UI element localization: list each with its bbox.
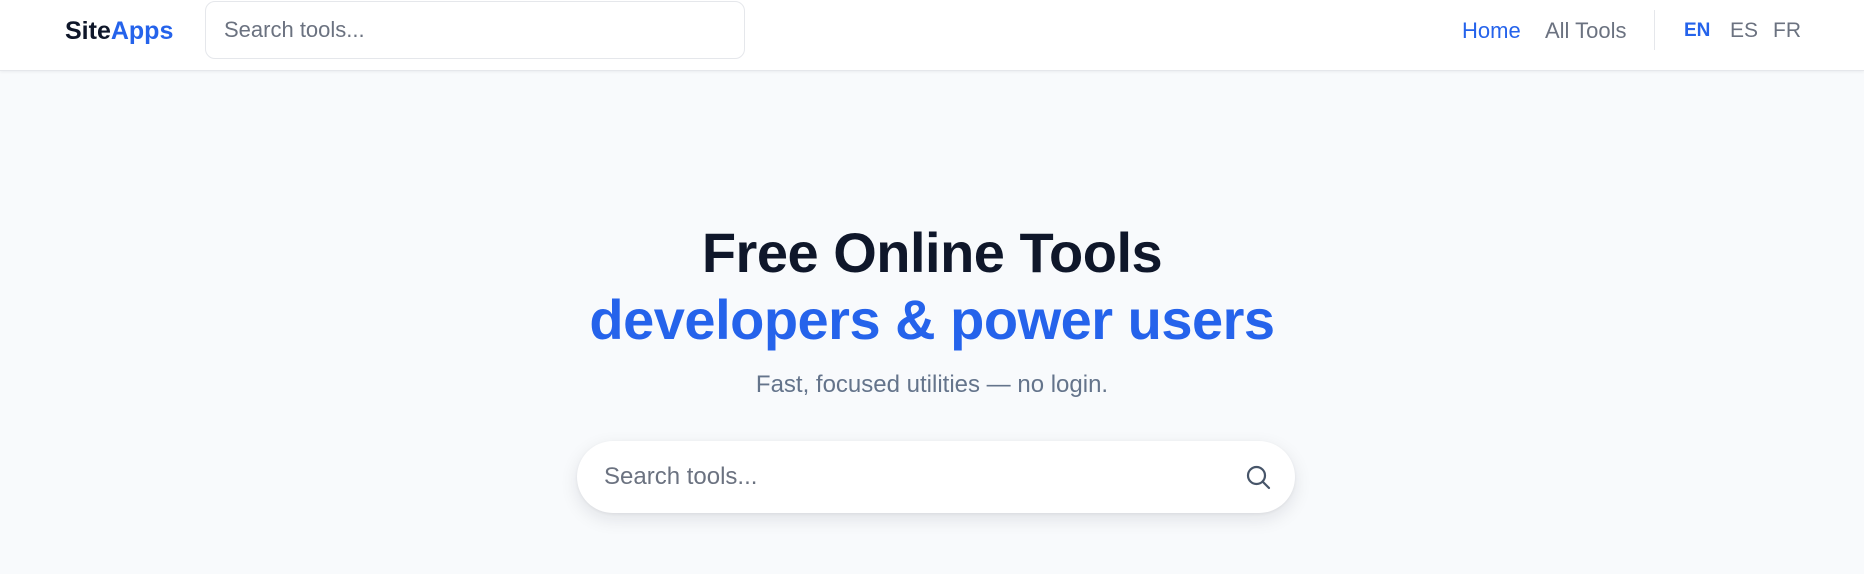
hero-search-box (577, 441, 1295, 513)
search-icon[interactable] (1244, 463, 1272, 491)
logo-text-apps: Apps (110, 17, 174, 45)
language-fr-button[interactable]: FR (1773, 16, 1801, 46)
site-logo[interactable]: SiteApps (65, 14, 173, 48)
header-search-input[interactable] (205, 1, 745, 59)
nav-home-link[interactable]: Home (1462, 16, 1521, 46)
logo-text-site: Site (65, 17, 111, 45)
hero-subtitle: Fast, focused utilities — no login. (755, 371, 1109, 398)
top-header: SiteApps Home All Tools EN ES FR (0, 0, 1864, 71)
language-en-button[interactable]: EN (1684, 16, 1710, 46)
language-es-button[interactable]: ES (1730, 16, 1758, 46)
nav-all-tools-link[interactable]: All Tools (1545, 16, 1627, 46)
hero-search-input[interactable] (577, 441, 1217, 513)
hero-title: Free Online Tools (701, 221, 1163, 284)
hero-title-highlight: developers & power users (589, 288, 1275, 351)
nav-divider (1654, 10, 1655, 50)
